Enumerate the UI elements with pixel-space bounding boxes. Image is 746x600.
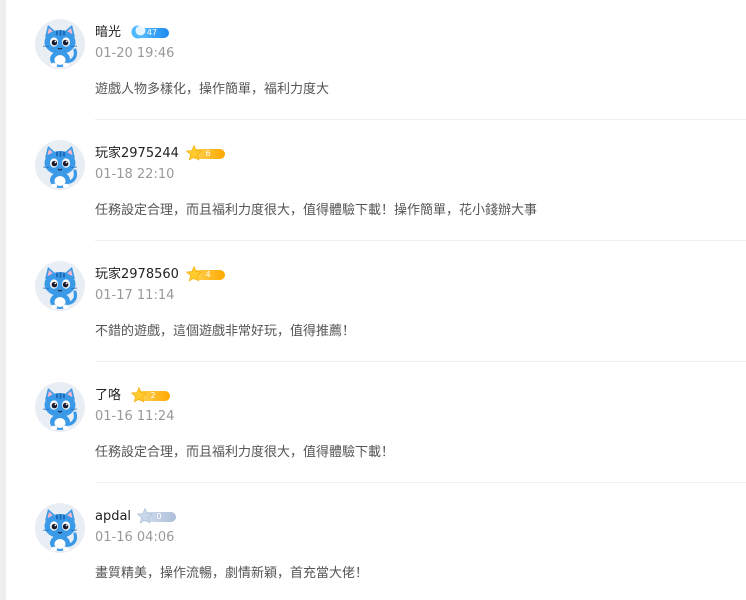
divider: [95, 361, 746, 362]
username[interactable]: 了咯: [95, 388, 121, 404]
level-number: 6: [205, 149, 211, 158]
level-badge: 6: [185, 144, 225, 161]
level-number: 4: [205, 270, 211, 279]
comment-item: apdal 0 01-16 04:06 畫質精美，操作流暢，劇情新穎，首充當大佬…: [0, 484, 746, 600]
comment-text: 畫質精美，操作流暢，劇情新穎，首充當大佬！: [95, 566, 369, 581]
divider: [95, 240, 746, 241]
cat-avatar-icon[interactable]: [35, 19, 85, 69]
cat-avatar-icon[interactable]: [35, 140, 85, 190]
comment-text: 任務設定合理，而且福利力度很大，值得體驗下載！操作簡單，花小錢辦大事: [95, 203, 538, 218]
cat-avatar-icon[interactable]: [35, 382, 85, 432]
comment-item: 了咯 2 01-16 11:24 任務設定合理，而且福利力度很大，值得體驗下載！: [0, 363, 746, 484]
cat-avatar-icon[interactable]: [35, 503, 85, 553]
level-badge: 47: [129, 25, 169, 39]
comment-text: 任務設定合理，而且福利力度很大，值得體驗下載！: [95, 445, 395, 460]
level-number: 0: [156, 512, 162, 521]
timestamp: 01-16 04:06: [95, 530, 175, 545]
divider: [95, 482, 746, 483]
comment-item: 玩家2978560 4 01-17 11:14 不錯的遊戲，這個遊戲非常好玩，值…: [0, 242, 746, 363]
level-badge: 2: [130, 386, 170, 403]
level-badge: 0: [136, 507, 176, 524]
comment-item: 暗光 47 01-20 19:46 遊戲人物多樣化，操作簡單，福利力度大: [0, 0, 746, 121]
timestamp: 01-16 11:24: [95, 409, 175, 424]
comment-item: 玩家2975244 6 01-18 22:10 任務設定合理，而且福利力度很大，…: [0, 121, 746, 242]
username[interactable]: 玩家2975244: [95, 146, 179, 162]
timestamp: 01-18 22:10: [95, 167, 175, 182]
comment-text: 遊戲人物多樣化，操作簡單，福利力度大: [95, 82, 330, 97]
divider: [95, 119, 746, 120]
username[interactable]: apdal: [95, 509, 131, 525]
comment-text: 不錯的遊戲，這個遊戲非常好玩，值得推薦！: [95, 324, 356, 339]
timestamp: 01-17 11:14: [95, 288, 175, 303]
level-badge: 4: [185, 265, 225, 282]
level-number: 2: [150, 391, 156, 400]
level-number: 47: [146, 28, 158, 37]
username[interactable]: 玩家2978560: [95, 267, 179, 283]
timestamp: 01-20 19:46: [95, 46, 175, 61]
username[interactable]: 暗光: [95, 25, 121, 41]
comment-list-page: 暗光 47 01-20 19:46 遊戲人物多樣化，操作簡單，福利力度大 玩家2…: [0, 0, 746, 600]
cat-avatar-icon[interactable]: [35, 261, 85, 311]
